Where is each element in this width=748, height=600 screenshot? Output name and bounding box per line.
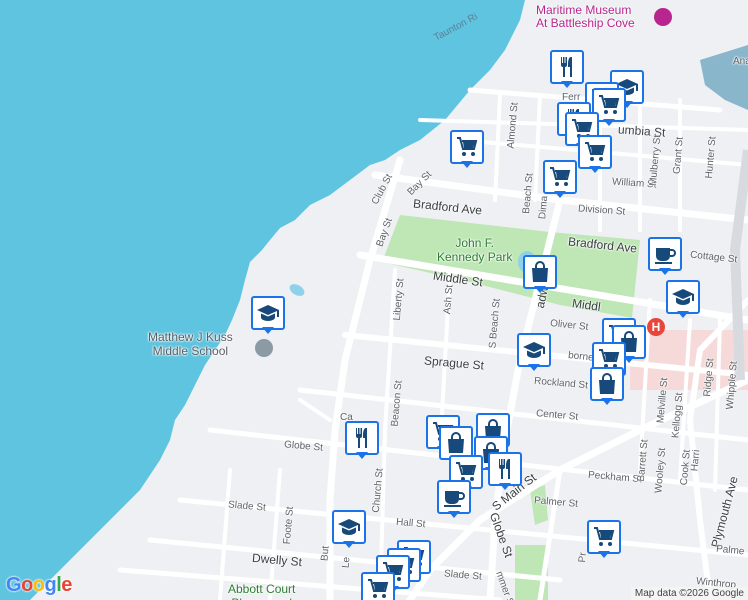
marker-frame bbox=[550, 50, 584, 84]
marker-frame bbox=[543, 160, 577, 194]
marker-frame bbox=[578, 135, 612, 169]
marker-frame bbox=[590, 367, 624, 401]
marker-pointer bbox=[677, 311, 689, 318]
marker-pointer bbox=[659, 268, 671, 275]
cart-icon bbox=[548, 165, 572, 189]
coffee-cup-icon bbox=[442, 485, 466, 509]
graduation-cap-icon bbox=[522, 338, 546, 362]
marker-pointer bbox=[448, 511, 460, 518]
fork-knife-icon bbox=[555, 55, 579, 79]
graduation-cap-icon bbox=[256, 301, 280, 325]
marker-pointer bbox=[561, 81, 573, 88]
poi-marker-graduation-cap[interactable] bbox=[517, 333, 551, 373]
marker-pointer bbox=[589, 166, 601, 173]
graduation-cap-icon bbox=[337, 515, 361, 539]
poi-marker-cart[interactable] bbox=[450, 130, 484, 170]
fork-knife-icon bbox=[493, 457, 517, 481]
map-attribution[interactable]: Map data ©2026 Google bbox=[630, 587, 748, 600]
poi-marker-cart[interactable] bbox=[361, 572, 395, 600]
cart-icon bbox=[597, 93, 621, 117]
google-logo: Google bbox=[6, 574, 72, 597]
google-logo-text: Google bbox=[6, 574, 72, 596]
poi-marker-cart[interactable] bbox=[587, 520, 621, 560]
marker-frame bbox=[517, 333, 551, 367]
marker-frame bbox=[587, 520, 621, 554]
fork-knife-icon bbox=[350, 426, 374, 450]
poi-marker-graduation-cap[interactable] bbox=[251, 296, 285, 336]
marker-pointer bbox=[262, 327, 274, 334]
poi-marker-coffee-cup[interactable] bbox=[437, 480, 471, 520]
marker-pointer bbox=[461, 161, 473, 168]
school-icon[interactable] bbox=[255, 339, 273, 357]
shopping-bag-icon bbox=[444, 431, 468, 455]
coffee-cup-icon bbox=[653, 242, 677, 266]
cart-icon bbox=[455, 135, 479, 159]
hospital-icon[interactable]: H bbox=[647, 318, 665, 336]
marker-pointer bbox=[603, 119, 615, 126]
poi-marker-graduation-cap[interactable] bbox=[332, 510, 366, 550]
cart-icon bbox=[583, 140, 607, 164]
marker-pointer bbox=[343, 541, 355, 548]
marker-frame bbox=[361, 572, 395, 600]
marker-pointer bbox=[534, 286, 546, 293]
poi-marker-coffee-cup[interactable] bbox=[648, 237, 682, 277]
marker-pointer bbox=[601, 398, 613, 405]
marker-frame bbox=[332, 510, 366, 544]
marker-frame bbox=[666, 280, 700, 314]
poi-marker-shopping-bag[interactable] bbox=[590, 367, 624, 407]
marker-pointer bbox=[598, 551, 610, 558]
marker-frame bbox=[523, 255, 557, 289]
poi-marker-fork-knife[interactable] bbox=[488, 452, 522, 492]
poi-marker-shopping-bag[interactable] bbox=[523, 255, 557, 295]
marker-frame bbox=[648, 237, 682, 271]
shopping-bag-icon bbox=[595, 372, 619, 396]
marker-pointer bbox=[554, 191, 566, 198]
marker-frame bbox=[488, 452, 522, 486]
poi-marker-graduation-cap[interactable] bbox=[666, 280, 700, 320]
shopping-bag-icon bbox=[528, 260, 552, 284]
marker-frame bbox=[450, 130, 484, 164]
poi-marker-fork-knife[interactable] bbox=[345, 421, 379, 461]
map-canvas[interactable]: Taunton Ri Maritime Museum At Battleship… bbox=[0, 0, 748, 600]
marker-pointer bbox=[356, 452, 368, 459]
marker-frame bbox=[345, 421, 379, 455]
poi-marker-cart[interactable] bbox=[543, 160, 577, 200]
museum-icon[interactable] bbox=[654, 8, 672, 26]
cart-icon bbox=[366, 577, 390, 600]
marker-pointer bbox=[528, 364, 540, 371]
marker-frame bbox=[437, 480, 471, 514]
marker-pointer bbox=[499, 483, 511, 490]
poi-marker-fork-knife[interactable] bbox=[550, 50, 584, 90]
graduation-cap-icon bbox=[671, 285, 695, 309]
marker-frame bbox=[251, 296, 285, 330]
cart-icon bbox=[592, 525, 616, 549]
poi-marker-cart[interactable] bbox=[578, 135, 612, 175]
